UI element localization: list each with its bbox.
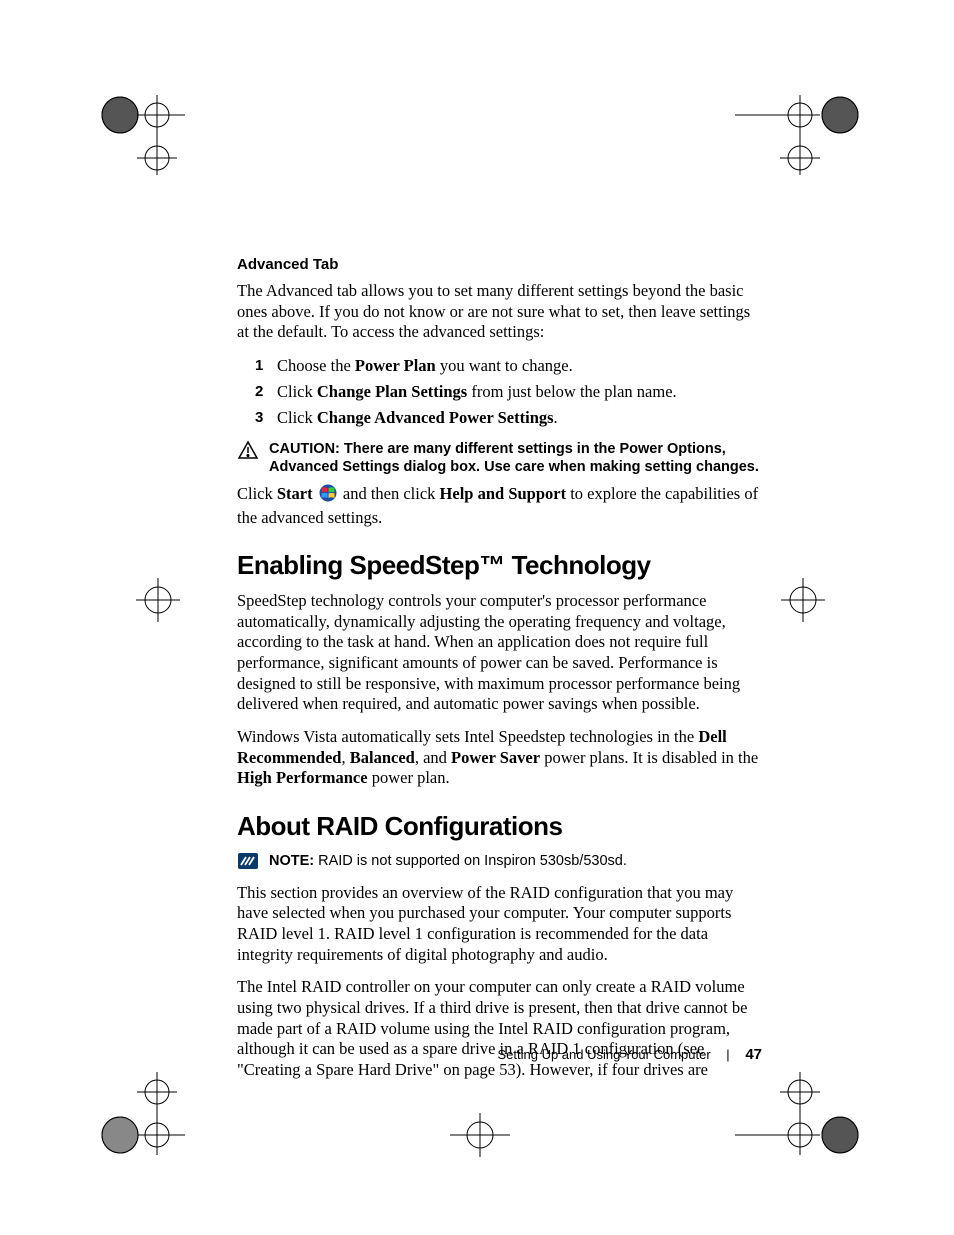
- speedstep-p1: SpeedStep technology controls your compu…: [237, 591, 762, 715]
- note-callout: NOTE: RAID is not supported on Inspiron …: [237, 852, 762, 875]
- caution-callout: CAUTION: There are many different settin…: [237, 440, 762, 476]
- speedstep-heading: Enabling SpeedStep™ Technology: [237, 550, 762, 581]
- footer-page-number: 47: [745, 1046, 762, 1063]
- registration-mark-icon: [128, 570, 188, 630]
- footer-separator: |: [726, 1047, 729, 1062]
- windows-start-icon: [319, 484, 337, 508]
- advanced-tab-steps: 1 Choose the Power Plan you want to chan…: [237, 355, 762, 430]
- registration-mark-icon: [95, 1070, 185, 1160]
- registration-mark-icon: [735, 90, 865, 180]
- step-number: 1: [255, 355, 263, 376]
- step-number: 3: [255, 407, 263, 428]
- caution-text: CAUTION: There are many different settin…: [269, 440, 762, 476]
- raid-p1: This section provides an overview of the…: [237, 883, 762, 966]
- advanced-tab-heading: Advanced Tab: [237, 256, 762, 273]
- page-content: Advanced Tab The Advanced tab allows you…: [237, 256, 762, 1092]
- list-item: 2 Click Change Plan Settings from just b…: [237, 381, 762, 403]
- advanced-tab-post: Click Start and then click Help and Supp…: [237, 484, 762, 528]
- advanced-tab-intro: The Advanced tab allows you to set many …: [237, 281, 762, 343]
- page-footer: Setting Up and Using Your Computer | 47: [237, 1046, 762, 1063]
- registration-mark-icon: [450, 1105, 510, 1165]
- step-number: 2: [255, 381, 263, 402]
- footer-chapter: Setting Up and Using Your Computer: [497, 1047, 710, 1062]
- registration-mark-icon: [95, 90, 185, 180]
- registration-mark-icon: [773, 570, 833, 630]
- note-text: NOTE: RAID is not supported on Inspiron …: [269, 852, 762, 870]
- list-item: 3 Click Change Advanced Power Settings.: [237, 407, 762, 429]
- raid-p2: The Intel RAID controller on your comput…: [237, 977, 762, 1080]
- caution-icon: [237, 440, 259, 465]
- speedstep-p2: Windows Vista automatically sets Intel S…: [237, 727, 762, 789]
- list-item: 1 Choose the Power Plan you want to chan…: [237, 355, 762, 377]
- note-icon: [237, 852, 259, 875]
- raid-heading: About RAID Configurations: [237, 811, 762, 842]
